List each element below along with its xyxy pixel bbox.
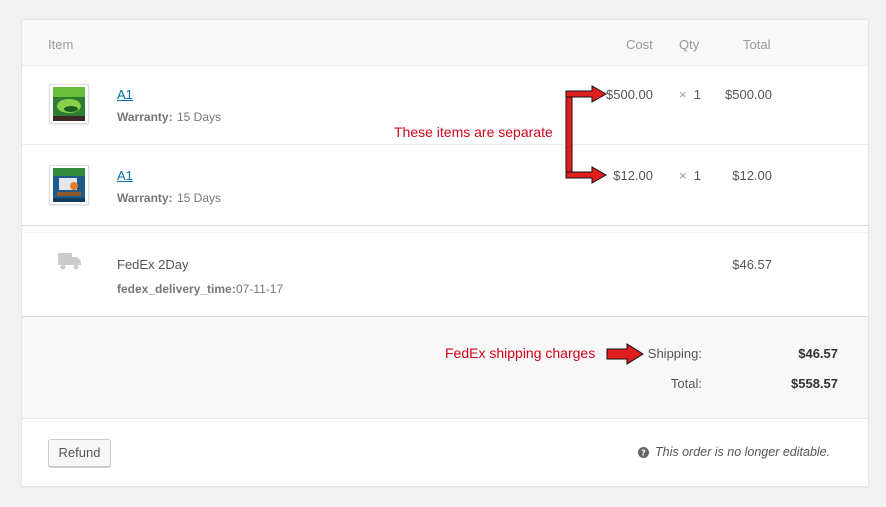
annotation-shipping-charges: FedEx shipping charges xyxy=(445,345,596,361)
annotation-arrows xyxy=(565,85,644,365)
annotation-items-separate: These items are separate xyxy=(394,124,553,140)
